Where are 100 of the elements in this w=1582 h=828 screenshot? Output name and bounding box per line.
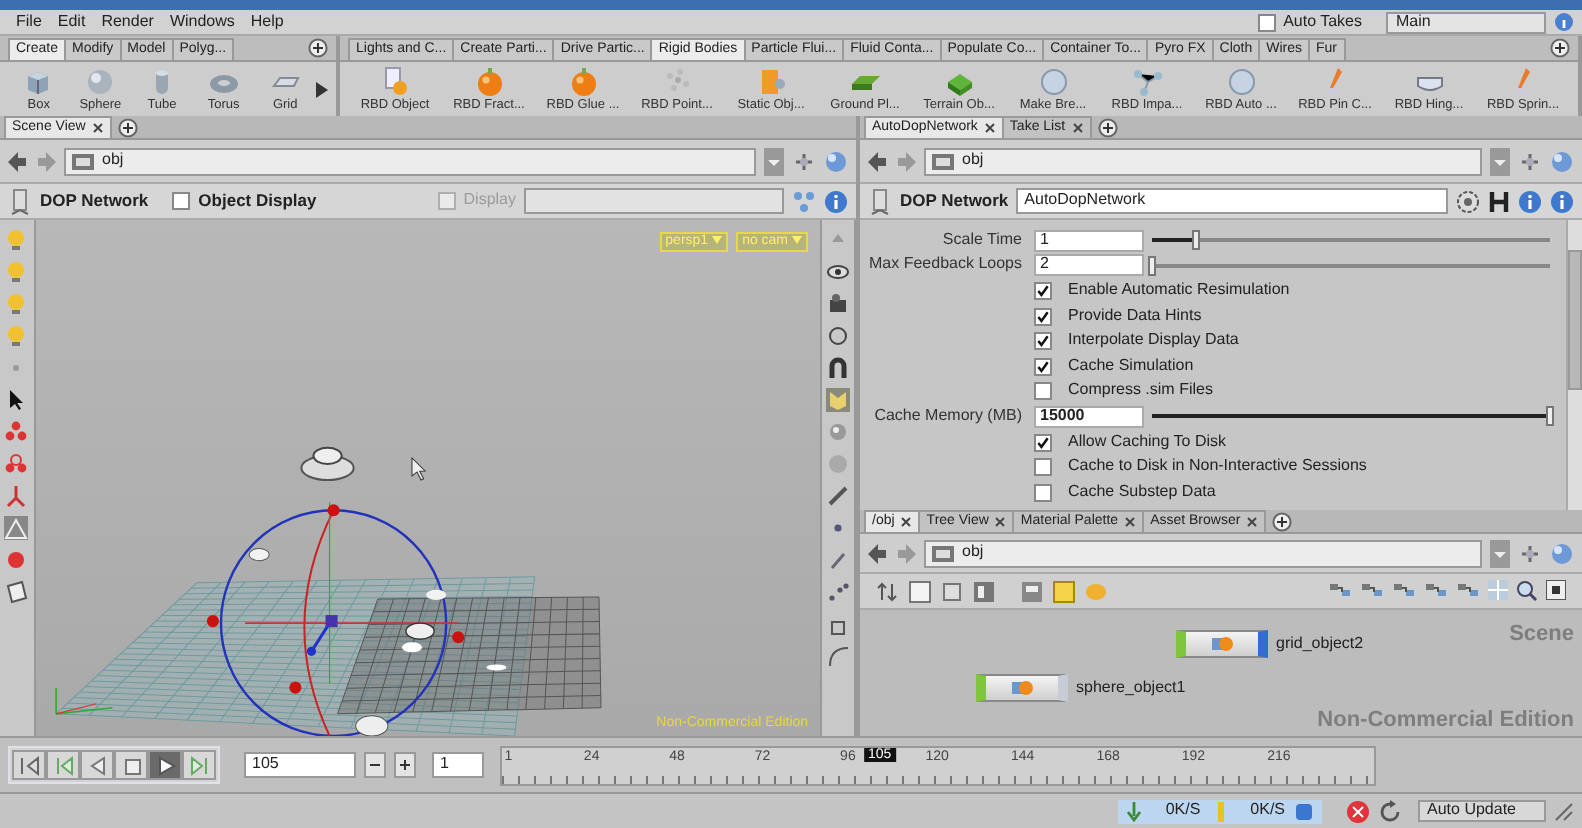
globe-icon[interactable]	[1550, 149, 1574, 173]
close-icon[interactable]	[1071, 122, 1084, 135]
checkbox[interactable]	[1034, 433, 1052, 452]
display-field[interactable]	[524, 188, 784, 214]
mask-icon[interactable]	[826, 388, 850, 412]
add-tab-icon[interactable]	[308, 38, 328, 58]
play-button[interactable]	[148, 750, 182, 780]
checkbox[interactable]	[1034, 332, 1052, 351]
globe-icon[interactable]	[1550, 541, 1574, 565]
add-tab-icon[interactable]	[1550, 38, 1570, 58]
add-tab-icon[interactable]	[117, 117, 138, 137]
square-icon[interactable]	[940, 579, 964, 603]
checkbox[interactable]	[1257, 13, 1276, 31]
menu-item[interactable]: File	[8, 13, 50, 31]
handle-icon[interactable]	[4, 420, 29, 444]
path-field[interactable]: obj	[64, 147, 756, 175]
checkbox[interactable]	[1034, 357, 1052, 376]
bulb-icon[interactable]	[4, 228, 29, 252]
stop-icon[interactable]	[1345, 799, 1370, 823]
bulb-icon[interactable]	[4, 292, 29, 316]
magnet-icon[interactable]	[826, 356, 850, 380]
bulb-icon[interactable]	[4, 324, 29, 348]
refresh-icon[interactable]	[1377, 799, 1402, 823]
checkbox[interactable]	[1034, 281, 1052, 300]
back-arrow-icon[interactable]	[868, 543, 888, 563]
close-icon[interactable]	[91, 122, 104, 135]
checkbox[interactable]	[1034, 458, 1052, 477]
close-icon[interactable]	[1246, 516, 1259, 529]
gear-icon[interactable]	[1456, 189, 1480, 213]
brush-icon[interactable]	[826, 484, 850, 508]
camera-icon[interactable]	[826, 292, 850, 316]
ball-icon[interactable]	[826, 420, 850, 444]
square-icon[interactable]	[908, 579, 932, 603]
nodes-icon[interactable]	[1328, 580, 1352, 600]
pointer-icon[interactable]	[4, 388, 29, 412]
h-logo-icon[interactable]	[1488, 189, 1510, 213]
slider-thumb[interactable]	[1191, 230, 1200, 251]
help-icon[interactable]	[1554, 12, 1574, 32]
bulb-icon[interactable]	[4, 260, 29, 284]
stop-button[interactable]	[114, 750, 148, 780]
frame-field[interactable]: 105	[244, 752, 356, 778]
menu-item[interactable]: Render	[93, 13, 162, 31]
menu-item[interactable]: Windows	[161, 13, 243, 31]
close-icon[interactable]	[994, 516, 1007, 529]
back-arrow-icon[interactable]	[868, 151, 888, 171]
circle-icon[interactable]	[826, 324, 850, 348]
menu-item[interactable]: Edit	[49, 13, 94, 31]
parameter-field[interactable]: 2	[1034, 254, 1144, 277]
add-tab-icon[interactable]	[1097, 117, 1118, 137]
back-arrow-icon[interactable]	[8, 151, 28, 171]
previous-key-button[interactable]	[46, 750, 80, 780]
path-field[interactable]: obj	[924, 539, 1482, 567]
dots-icon[interactable]	[826, 580, 850, 604]
curve-icon[interactable]	[826, 644, 850, 668]
close-icon[interactable]	[1124, 516, 1137, 529]
checkbox[interactable]	[1034, 382, 1052, 401]
arrows-icon[interactable]	[876, 579, 900, 603]
eye-icon[interactable]	[826, 260, 850, 284]
pen-icon[interactable]	[826, 548, 850, 572]
info-icon[interactable]	[824, 189, 848, 213]
checkbox[interactable]	[172, 192, 191, 210]
node-tile[interactable]	[1176, 630, 1268, 658]
scrollbar[interactable]	[1566, 220, 1582, 510]
nodes-icon[interactable]	[1360, 580, 1384, 600]
checkbox[interactable]	[1034, 483, 1052, 502]
slider-thumb[interactable]	[1148, 255, 1156, 276]
checkbox[interactable]	[1034, 307, 1052, 326]
search-icon[interactable]	[1516, 580, 1538, 602]
minus-button[interactable]	[364, 752, 386, 778]
handle-icon[interactable]	[4, 484, 29, 508]
node-tile[interactable]	[976, 674, 1068, 702]
perspective-grid-icon[interactable]	[4, 516, 29, 540]
note-icon[interactable]	[1052, 579, 1076, 603]
page-icon[interactable]	[4, 580, 29, 604]
path-field[interactable]: obj	[924, 147, 1482, 175]
plus-button[interactable]	[394, 752, 416, 778]
more-arrow-icon[interactable]	[315, 81, 328, 97]
desktop-dropdown[interactable]: Main	[1386, 11, 1546, 33]
ball-icon[interactable]	[4, 548, 29, 572]
node-name-field[interactable]: AutoDopNetwork	[1016, 188, 1448, 214]
handle-icon[interactable]	[4, 452, 29, 476]
close-icon[interactable]	[900, 516, 913, 529]
close-icon[interactable]	[983, 122, 996, 135]
globe-icon[interactable]	[824, 149, 848, 173]
info-icon[interactable]	[1518, 189, 1542, 213]
update-mode-dropdown[interactable]: Auto Update	[1417, 800, 1546, 822]
play-reverse-button[interactable]	[80, 750, 114, 780]
info-icon[interactable]	[1550, 189, 1574, 213]
nodes-icon[interactable]	[1424, 580, 1448, 600]
parameter-field[interactable]: 15000	[1034, 405, 1144, 428]
panel-icon[interactable]	[1546, 580, 1566, 600]
menu-item[interactable]: Help	[242, 13, 292, 31]
step-field[interactable]: 1	[432, 752, 484, 778]
nodes-icon[interactable]	[1392, 580, 1416, 600]
jump-start-button[interactable]	[12, 750, 46, 780]
nodes-icon[interactable]	[1456, 580, 1480, 600]
parameter-field[interactable]: 1	[1034, 229, 1144, 252]
add-tab-icon[interactable]	[1272, 511, 1293, 531]
slider-thumb[interactable]	[1546, 406, 1554, 427]
checkbox-label: Cache to Disk in Non-Interactive Sessions	[1068, 458, 1367, 477]
